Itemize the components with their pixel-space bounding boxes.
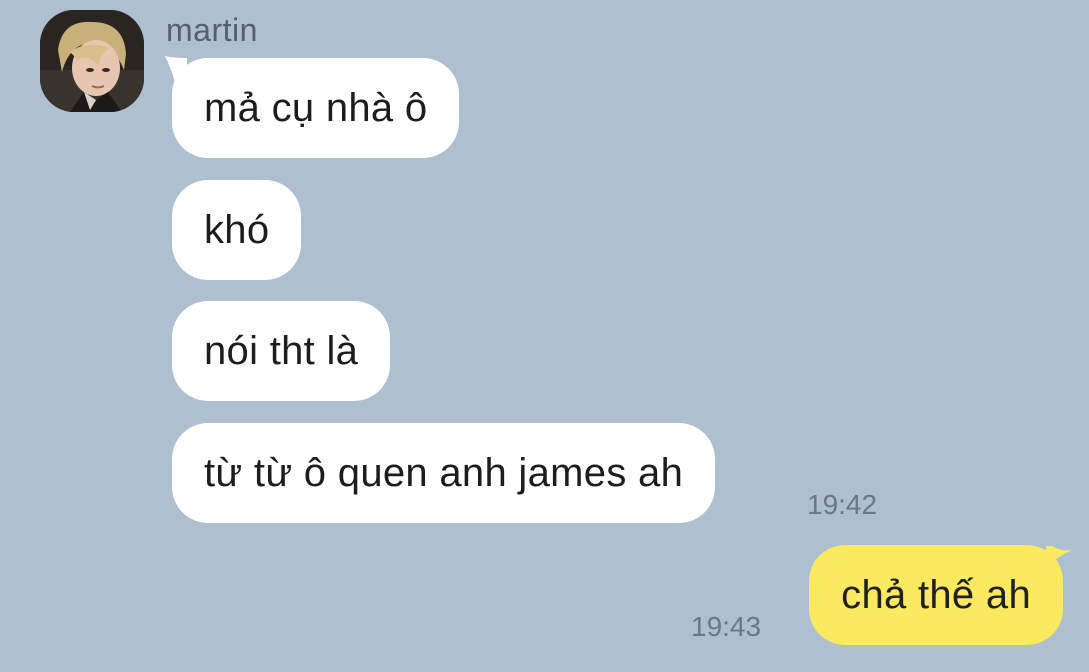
incoming-message-bubble[interactable]: nói tht là: [172, 301, 391, 401]
sender-avatar[interactable]: [40, 10, 144, 112]
incoming-message-bubble[interactable]: khó: [172, 180, 302, 280]
incoming-timestamp: 19:42: [807, 489, 878, 520]
outgoing-timestamp: 19:43: [691, 611, 762, 642]
incoming-message-bubble[interactable]: mả cụ nhà ô: [172, 58, 460, 158]
incoming-message-bubble[interactable]: từ từ ô quen anh james ah: [172, 423, 716, 523]
avatar-photo-icon: [40, 10, 144, 112]
sender-name: martin: [166, 12, 258, 48]
chat-view: martin mả cụ nhà ô khó nói tht là từ từ …: [0, 0, 1089, 672]
outgoing-bubble-tail: [1046, 546, 1074, 568]
outgoing-message-bubble[interactable]: chả thế ah: [809, 545, 1063, 645]
